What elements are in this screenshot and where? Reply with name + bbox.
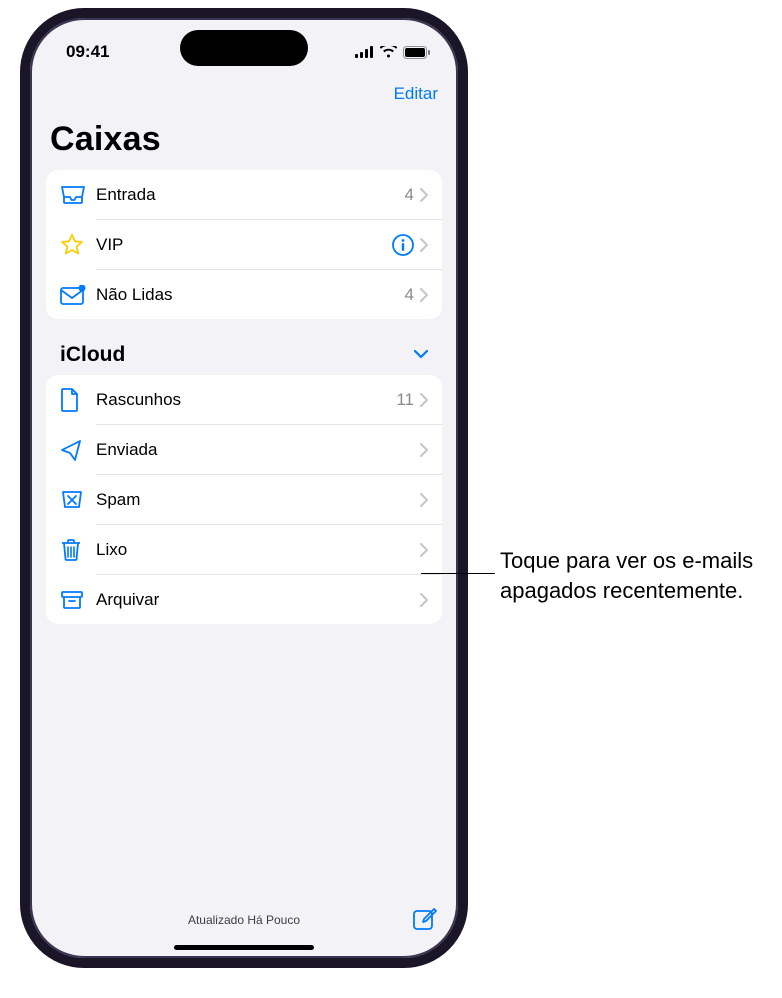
mailbox-count: 4 [405, 285, 420, 305]
chevron-right-icon [420, 393, 428, 407]
home-indicator[interactable] [174, 945, 314, 950]
mailbox-nao-lidas[interactable]: Não Lidas 4 [46, 270, 442, 319]
nav-bar: Editar [30, 72, 458, 116]
folder-label: Rascunhos [90, 390, 396, 410]
mailbox-label: VIP [90, 235, 392, 255]
send-icon [60, 438, 90, 462]
folder-label: Spam [90, 490, 420, 510]
folder-arquivar[interactable]: Arquivar [46, 575, 442, 624]
mailboxes-list: Entrada 4 VIP Não Lidas [46, 170, 442, 319]
folder-label: Arquivar [90, 590, 420, 610]
chevron-down-icon [414, 346, 428, 364]
inbox-icon [60, 185, 90, 205]
unread-icon [60, 285, 90, 305]
mailbox-label: Não Lidas [90, 285, 405, 305]
callout-line [421, 573, 495, 574]
chevron-right-icon [420, 443, 428, 457]
section-title: iCloud [60, 343, 125, 367]
folder-rascunhos[interactable]: Rascunhos 11 [46, 375, 442, 424]
toolbar: Atualizado Há Pouco [30, 898, 458, 942]
trash-icon [60, 538, 90, 562]
updated-status: Atualizado Há Pouco [50, 913, 402, 927]
callout-text: Toque para ver os e-mails apagados recen… [500, 546, 760, 605]
content-area: Entrada 4 VIP Não Lidas [46, 170, 442, 878]
folder-spam[interactable]: Spam [46, 475, 442, 524]
phone-frame: 09:41 Editar Caixas Entrada 4 [20, 8, 468, 968]
edit-button[interactable]: Editar [394, 84, 438, 104]
section-header-icloud[interactable]: iCloud [46, 319, 442, 375]
folder-label: Enviada [90, 440, 420, 460]
info-button[interactable] [392, 234, 420, 256]
archive-icon [60, 590, 90, 610]
chevron-right-icon [420, 288, 428, 302]
mailbox-vip[interactable]: VIP [46, 220, 442, 269]
chevron-right-icon [420, 188, 428, 202]
cellular-icon [355, 46, 374, 58]
mailbox-count: 4 [405, 185, 420, 205]
status-time: 09:41 [66, 42, 109, 62]
folder-enviada[interactable]: Enviada [46, 425, 442, 474]
folder-lixo[interactable]: Lixo [46, 525, 442, 574]
spam-icon [60, 490, 90, 510]
info-icon [392, 234, 414, 256]
icloud-list: Rascunhos 11 Enviada Spam [46, 375, 442, 624]
chevron-right-icon [420, 493, 428, 507]
mailbox-label: Entrada [90, 185, 405, 205]
dynamic-island [180, 30, 308, 66]
chevron-right-icon [420, 543, 428, 557]
doc-icon [60, 388, 90, 412]
star-icon [60, 233, 90, 257]
compose-button[interactable] [402, 907, 438, 933]
wifi-icon [380, 46, 397, 58]
chevron-right-icon [420, 593, 428, 607]
folder-label: Lixo [90, 540, 420, 560]
compose-icon [412, 907, 438, 933]
status-icons [355, 46, 430, 59]
mailbox-entrada[interactable]: Entrada 4 [46, 170, 442, 219]
chevron-right-icon [420, 238, 428, 252]
folder-count: 11 [396, 390, 420, 410]
page-title: Caixas [50, 120, 161, 159]
battery-icon [403, 46, 430, 59]
